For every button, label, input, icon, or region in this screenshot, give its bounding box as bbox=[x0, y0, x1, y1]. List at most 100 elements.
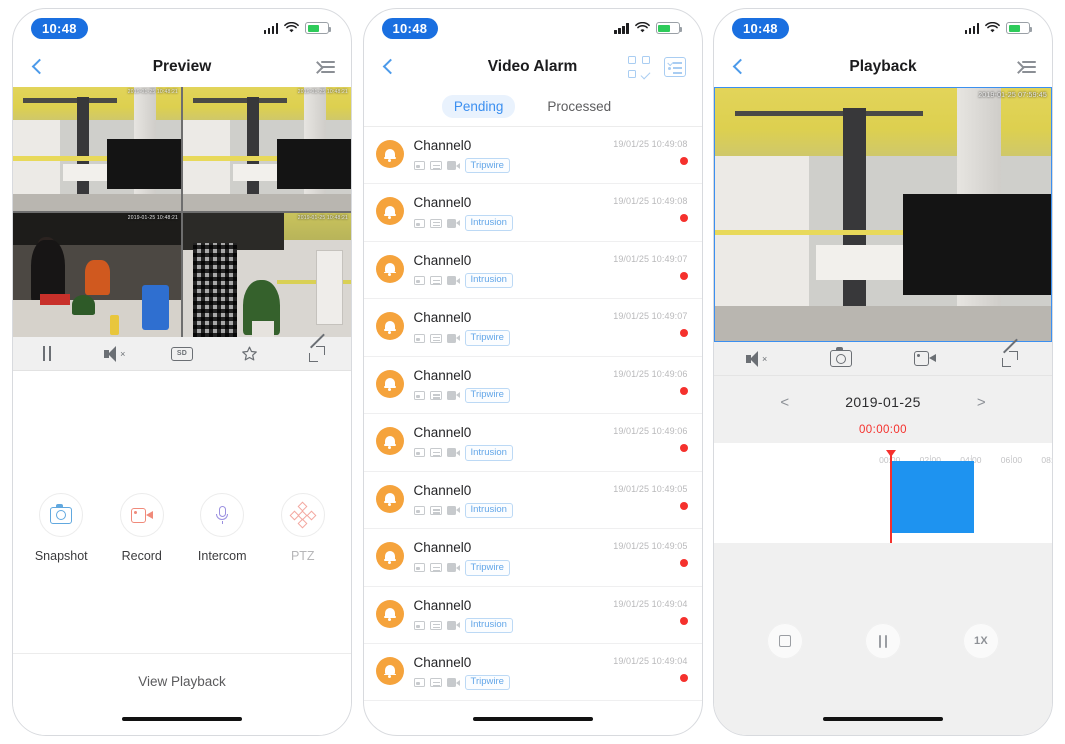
alarm-timestamp: 19/01/25 10:49:06 bbox=[613, 368, 688, 379]
list-filter-icon[interactable] bbox=[663, 57, 686, 77]
alarm-bell-icon bbox=[375, 369, 404, 398]
page-title: Playback bbox=[849, 58, 917, 75]
alarm-list[interactable]: Channel0 Tripwire 19/01/25 10:49:08 Channel… bbox=[363, 127, 702, 735]
mute-icon[interactable]: × bbox=[734, 346, 778, 372]
alarm-meta: Intrusion bbox=[413, 215, 614, 231]
date-selector: < 2019-01-25 > bbox=[714, 376, 1052, 428]
record-button[interactable]: Record bbox=[105, 493, 179, 563]
alarm-row[interactable]: Channel0 Intrusion 19/01/25 10:49:08 bbox=[363, 184, 702, 242]
preview-body: Snapshot Record Intercom PTZ View Playba… bbox=[13, 371, 351, 735]
alarm-row[interactable]: Channel0 Intrusion 19/01/25 10:49:06 bbox=[363, 414, 702, 472]
timeline-recording-block[interactable] bbox=[930, 461, 975, 533]
favorite-star-icon[interactable] bbox=[228, 341, 272, 367]
speed-button[interactable]: 1X bbox=[963, 623, 999, 659]
sd-quality-icon[interactable]: SD bbox=[160, 341, 204, 367]
camera-cell-1[interactable]: 2019-01-25 10:48:21 bbox=[13, 87, 181, 211]
alarm-timestamp: 19/01/25 10:49:07 bbox=[613, 311, 688, 322]
mute-icon[interactable]: × bbox=[92, 341, 136, 367]
phone-playback: 10:48 Playback 2019-01-25 07:59:45 × < 2… bbox=[713, 8, 1053, 736]
unread-dot bbox=[679, 673, 688, 682]
alarm-row[interactable]: Channel0 Tripwire 19/01/25 10:49:07 bbox=[363, 299, 702, 357]
card-icon bbox=[429, 390, 442, 400]
card-icon bbox=[429, 218, 442, 228]
tab-processed[interactable]: Processed bbox=[535, 95, 623, 118]
timeline-tick-label: 08:00 bbox=[1041, 455, 1052, 465]
preview-actions: Snapshot Record Intercom PTZ bbox=[13, 493, 351, 563]
status-icons bbox=[614, 22, 682, 34]
alarm-row[interactable]: Channel0 Tripwire 19/01/25 10:49:08 bbox=[363, 127, 702, 185]
snapshot-button[interactable]: Snapshot bbox=[24, 493, 98, 563]
alarm-bell-icon bbox=[375, 484, 404, 513]
action-label: Record bbox=[121, 549, 162, 563]
preview-toolbar: × SD bbox=[13, 333, 351, 371]
alarm-row[interactable]: Channel0 Intrusion 19/01/25 10:49:05 bbox=[363, 472, 702, 530]
ptz-button[interactable]: PTZ bbox=[266, 493, 340, 563]
video-icon bbox=[446, 563, 460, 573]
alarm-right: 19/01/25 10:49:08 bbox=[613, 138, 688, 165]
image-icon bbox=[413, 276, 425, 286]
alarm-row[interactable]: Channel0 Tripwire 19/01/25 10:49:04 bbox=[363, 644, 702, 702]
alarm-type-badge: Tripwire bbox=[464, 387, 510, 404]
camera-cell-3[interactable]: 2019-01-25 10:48:21 bbox=[13, 213, 181, 337]
stop-button[interactable] bbox=[767, 623, 803, 659]
alarm-bell-icon bbox=[375, 140, 404, 168]
camera-icon[interactable] bbox=[819, 346, 863, 372]
alarm-timestamp: 19/01/25 10:49:04 bbox=[613, 655, 688, 666]
back-chevron-icon[interactable] bbox=[730, 58, 748, 76]
timeline-cursor[interactable] bbox=[885, 450, 896, 543]
next-date-button[interactable]: > bbox=[969, 390, 994, 415]
list-menu-icon[interactable] bbox=[1014, 59, 1036, 75]
image-icon bbox=[413, 390, 425, 400]
playback-video[interactable]: 2019-01-25 07:59:45 bbox=[714, 87, 1052, 342]
intercom-button[interactable]: Intercom bbox=[185, 493, 259, 563]
wifi-icon bbox=[634, 22, 650, 33]
channel-name: Channel0 bbox=[413, 482, 472, 498]
tab-pending[interactable]: Pending bbox=[441, 95, 516, 118]
timeline-recording-block[interactable] bbox=[889, 461, 931, 533]
alarm-navbar: Video Alarm bbox=[364, 47, 702, 87]
card-icon bbox=[429, 563, 442, 573]
alarm-row[interactable]: Channel0 Intrusion 19/01/25 10:49:07 bbox=[363, 242, 702, 300]
alarm-row[interactable]: Channel0 Tripwire 19/01/25 10:49:06 bbox=[363, 357, 702, 415]
three-phone-screens: 10:48 Preview 2019-01-25 10:48:21 2019-0… bbox=[0, 0, 1065, 744]
alarm-type-badge: Intrusion bbox=[464, 215, 513, 231]
alarm-main: Channel0 Tripwire bbox=[404, 655, 614, 691]
view-playback-button[interactable]: View Playback bbox=[13, 653, 351, 689]
pause-icon[interactable] bbox=[25, 341, 69, 367]
camera-cell-4[interactable]: 2019-01-25 10:48:21 bbox=[183, 213, 351, 337]
video-icon bbox=[446, 218, 460, 228]
status-icons bbox=[964, 22, 1032, 34]
alarm-timestamp: 19/01/25 10:49:06 bbox=[613, 426, 688, 437]
alarm-row[interactable]: Channel0 Tripwire 19/01/25 10:49:05 bbox=[363, 529, 702, 587]
action-label: Snapshot bbox=[34, 549, 88, 563]
alarm-timestamp: 19/01/25 10:49:07 bbox=[613, 253, 688, 264]
image-icon bbox=[413, 505, 425, 515]
camera-feed-image bbox=[13, 213, 181, 337]
home-indicator bbox=[472, 717, 593, 721]
multi-select-icon[interactable] bbox=[627, 56, 650, 80]
card-icon bbox=[429, 161, 442, 171]
alarm-type-badge: Tripwire bbox=[464, 158, 510, 174]
back-chevron-icon[interactable] bbox=[380, 58, 398, 76]
channel-name: Channel0 bbox=[413, 540, 472, 556]
alarm-row[interactable]: Channel0 Intrusion 19/01/25 10:49:04 bbox=[363, 587, 702, 644]
list-menu-icon[interactable] bbox=[313, 59, 335, 75]
alarm-right: 19/01/25 10:49:05 bbox=[613, 483, 688, 510]
image-icon bbox=[413, 620, 425, 630]
alarm-meta: Tripwire bbox=[413, 330, 614, 346]
video-icon bbox=[446, 333, 460, 343]
phone-video-alarm: 10:48 Video Alarm Pending Processed Chan… bbox=[362, 8, 703, 736]
playback-timeline[interactable]: 00:0002:0004:0006:0008:00 bbox=[714, 443, 1052, 543]
prev-date-button[interactable]: < bbox=[772, 390, 797, 415]
video-record-icon[interactable] bbox=[903, 346, 947, 372]
pause-button[interactable] bbox=[865, 623, 901, 659]
alarm-main: Channel0 Intrusion bbox=[404, 598, 614, 633]
selected-date[interactable]: 2019-01-25 bbox=[845, 394, 921, 410]
alarm-main: Channel0 Intrusion bbox=[404, 195, 614, 231]
back-chevron-icon[interactable] bbox=[29, 58, 47, 76]
channel-name: Channel0 bbox=[413, 252, 472, 268]
fullscreen-icon[interactable] bbox=[988, 338, 1032, 372]
camera-cell-2[interactable]: 2019-01-25 10:48:21 bbox=[183, 87, 351, 211]
fullscreen-icon[interactable] bbox=[295, 333, 339, 367]
alarm-timestamp: 19/01/25 10:49:08 bbox=[613, 196, 688, 207]
